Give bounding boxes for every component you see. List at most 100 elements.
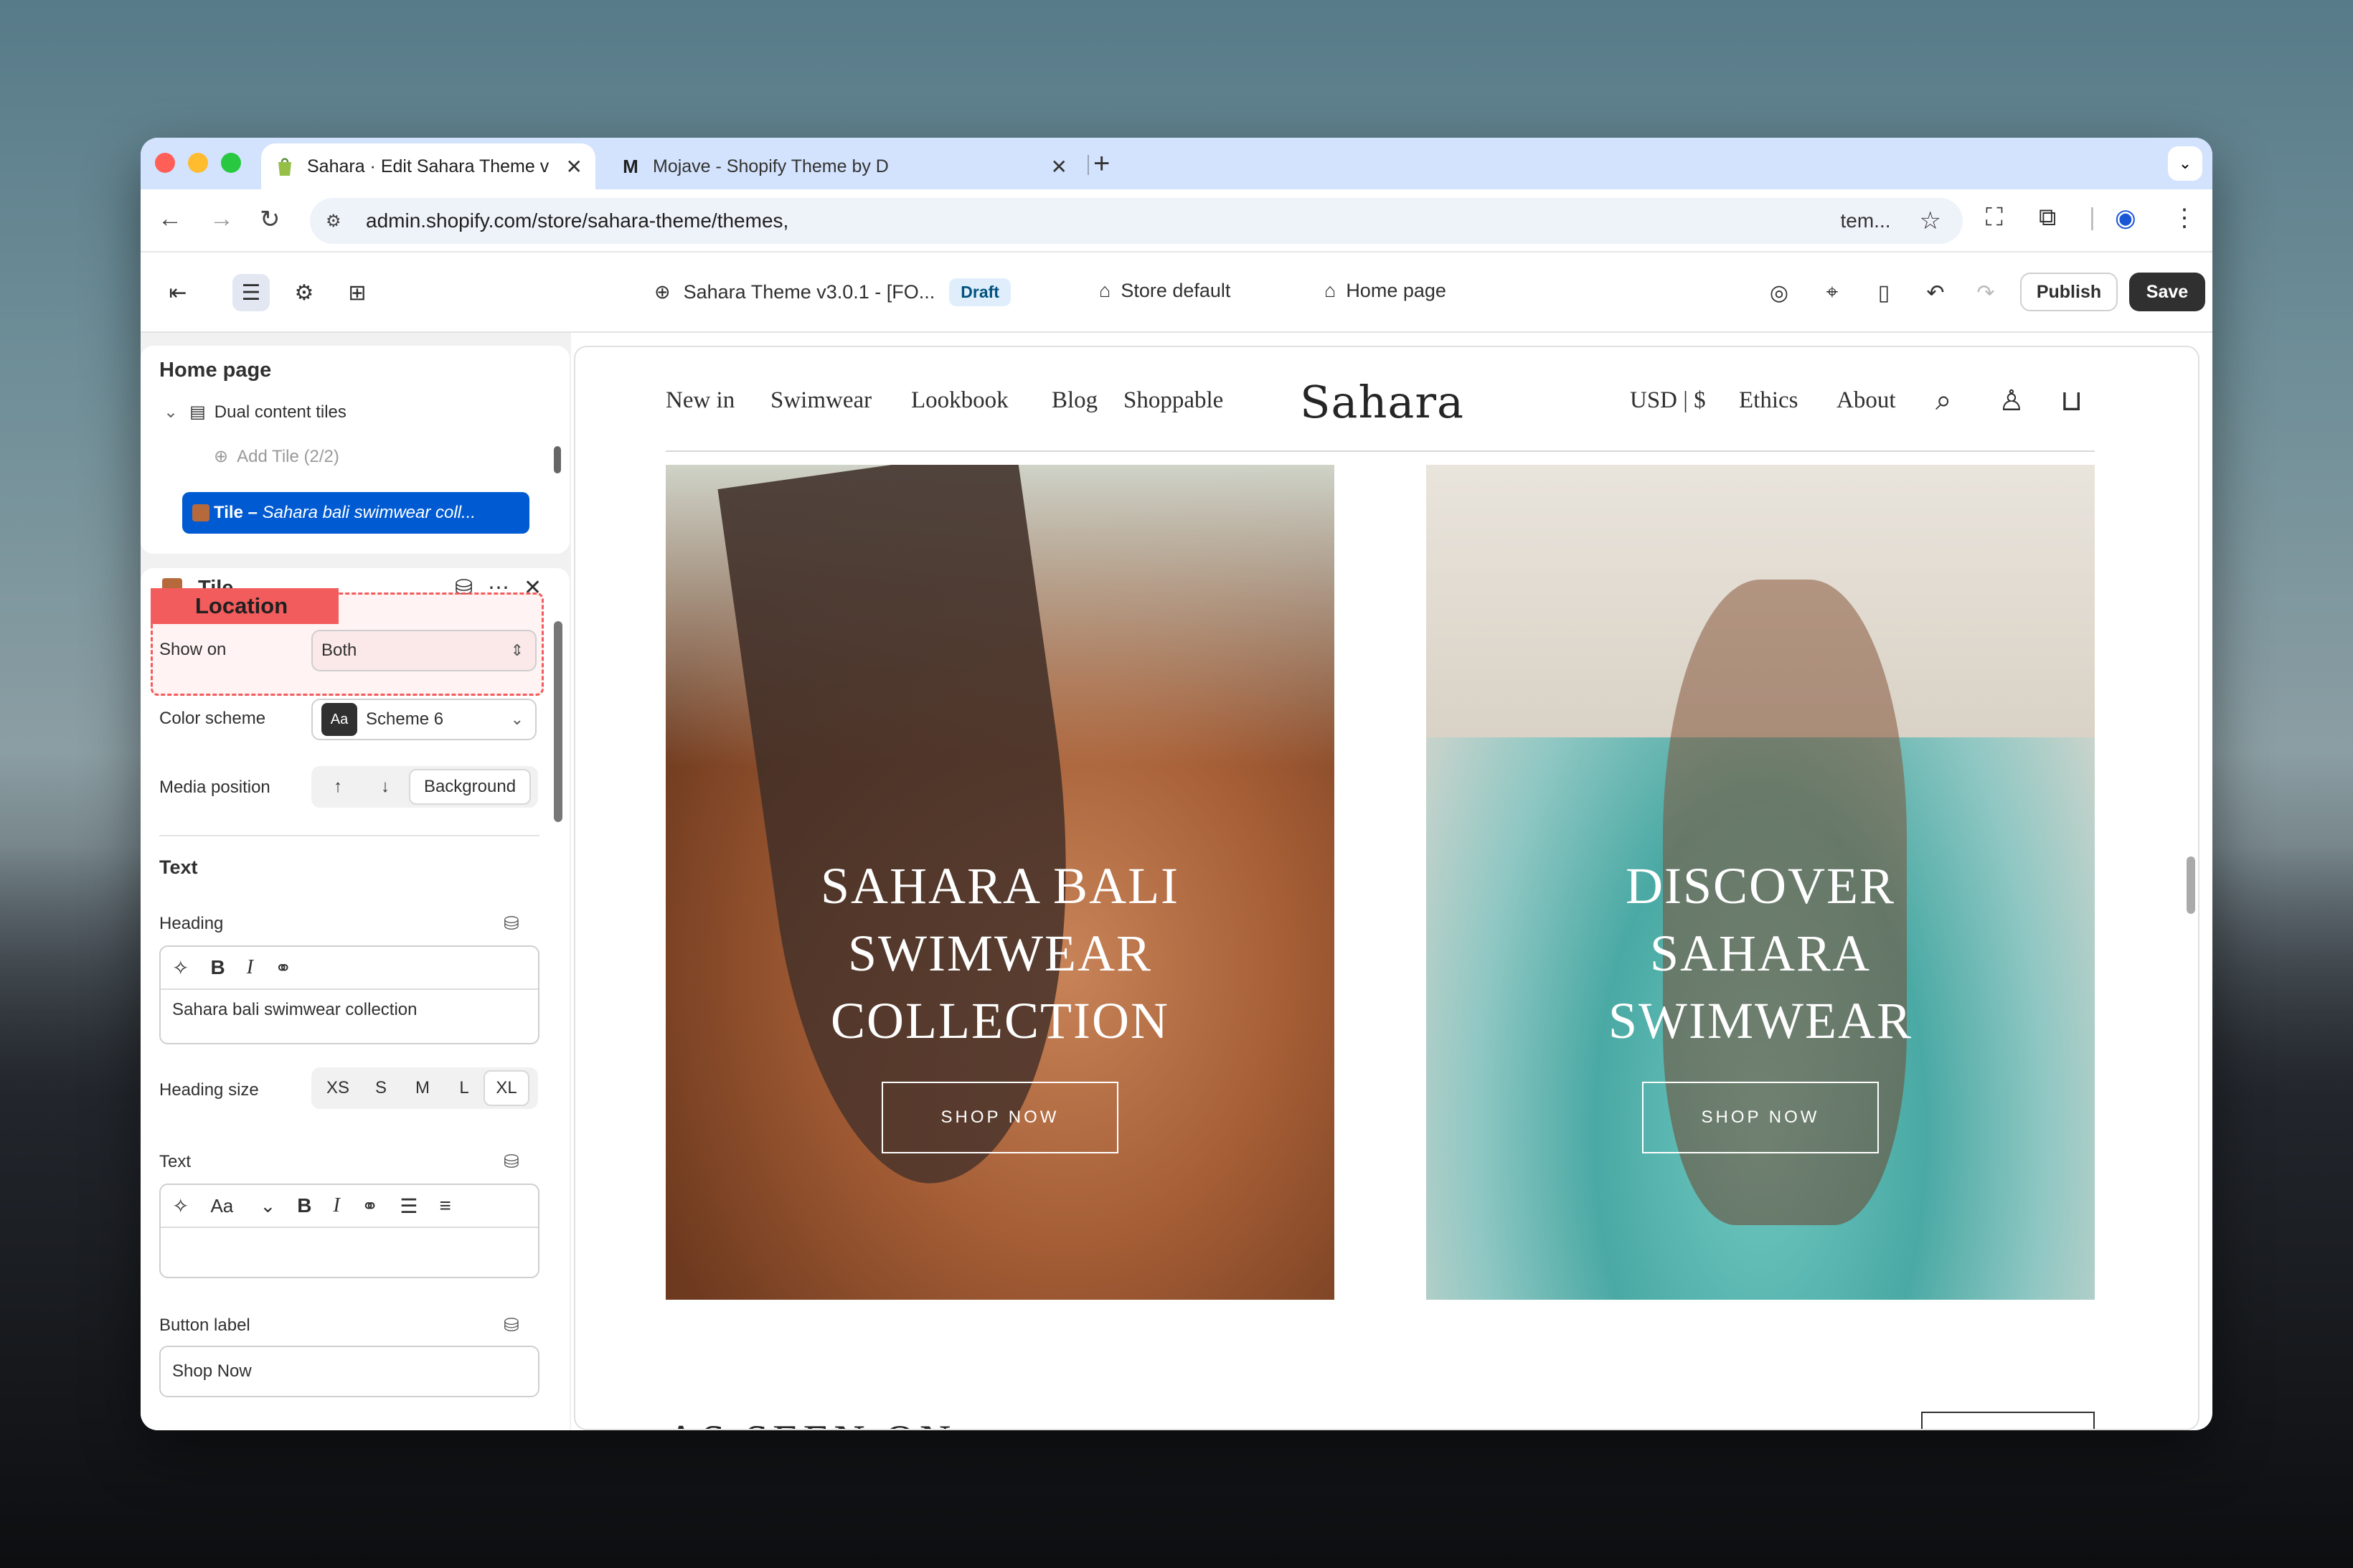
media-position-background-option[interactable]: Background [409,769,531,805]
nav-currency[interactable]: USD | $ [1630,387,1706,414]
extensions-puzzle-icon[interactable]: ⧉ [2039,204,2056,232]
tab-search-chevron-icon[interactable]: ⌄ [2168,146,2202,181]
address-bar[interactable]: ⚙ admin.shopify.com/store/sahara-theme/t… [310,198,1963,244]
tree-scrollbar[interactable] [554,446,561,473]
browser-toolbar: ← → ↻ ⚙ admin.shopify.com/store/sahara-t… [141,189,2212,252]
tile-heading-line: SAHARA BALI [820,857,1180,915]
heading-editor[interactable]: ✧ B I ⚭ Sahara bali swimwear collection [159,945,539,1044]
toolbar-divider: | [2089,204,2095,231]
nav-swimwear[interactable]: Swimwear [770,387,872,414]
tile-prefix: Tile – [214,503,263,522]
nav-blog[interactable]: Blog [1052,387,1098,414]
nav-new-in[interactable]: New in [666,387,735,414]
editor-sidebar: Home page ⌄ ▤ Dual content tiles ⊕ Add Tile… [141,333,681,1430]
color-scheme-value: Scheme 6 [366,709,444,729]
selected-tile-block[interactable]: Tile – Sahara bali swimwear coll... [182,492,529,534]
section-dual-content-tiles[interactable]: ⌄ ▤ Dual content tiles [164,402,346,422]
settings-scrollbar[interactable] [554,621,562,822]
button-label-input[interactable]: Shop Now [159,1346,539,1397]
heading-size-xs[interactable]: XS [314,1070,362,1106]
nav-ethics[interactable]: Ethics [1739,387,1798,414]
ai-sparkle-icon[interactable]: ✧ [172,1194,189,1218]
tile-name: Sahara bali swimwear coll... [262,503,476,522]
add-circle-icon: ⊕ [214,447,229,466]
content-tile-2[interactable]: DISCOVER SAHARA SWIMWEAR SHOP NOW [1426,465,2095,1300]
mobile-preview-icon[interactable]: ▯ [1865,274,1902,311]
close-tab-icon[interactable]: ✕ [1051,155,1067,179]
sections-icon[interactable]: ☰ [232,274,270,311]
inspector-icon[interactable]: ⌖ [1814,274,1851,311]
account-icon[interactable]: ♙ [1999,384,2024,417]
heading-size-xl[interactable]: XL [484,1070,529,1106]
dynamic-source-icon[interactable]: ⛁ [504,1314,519,1336]
tab-mojave[interactable]: M Mojave - Shopify Theme by D ✕ [607,143,1080,189]
font-style-dropdown[interactable]: Aa ⌄ [210,1195,275,1217]
shop-now-button[interactable]: SHOP NOW [882,1082,1118,1153]
tab-sahara-editor[interactable]: Sahara · Edit Sahara Theme v ✕ [261,143,595,189]
italic-icon[interactable]: I [334,1194,340,1217]
nav-lookbook[interactable]: Lookbook [911,387,1009,414]
store-default-label: Store default [1121,280,1231,301]
cart-bag-icon[interactable]: ⊔ [2060,384,2083,417]
maximize-window-button[interactable] [221,153,241,173]
heading-size-l[interactable]: L [445,1070,484,1106]
bold-icon[interactable]: B [297,1194,311,1217]
customer-view-icon[interactable]: ◎ [1760,274,1798,311]
exit-editor-icon[interactable]: ⇤ [159,274,197,311]
show-on-select[interactable]: Both ⇕ [311,630,537,671]
header-divider [666,450,2095,452]
search-icon[interactable]: ⌕ [1935,384,1951,417]
preview-scrollbar[interactable] [2187,856,2195,914]
link-icon[interactable]: ⚭ [275,956,291,980]
app-embeds-icon[interactable]: ⊞ [339,274,376,311]
undo-icon[interactable]: ↶ [1917,274,1954,311]
heading-size-m[interactable]: M [400,1070,445,1106]
store-logo[interactable]: Sahara [1300,376,1464,428]
divider [159,835,539,836]
theme-settings-gear-icon[interactable]: ⚙ [286,274,323,311]
page-selector[interactable]: ⌂ Home page [1324,280,1446,302]
publish-button[interactable]: Publish [2020,273,2118,311]
media-position-up-option[interactable]: ↑ [314,769,362,805]
color-scheme-select[interactable]: Aa Scheme 6 ⌄ [311,699,537,740]
theme-selector[interactable]: ⊕ Sahara Theme v3.0.1 - [FO... Draft [654,278,1011,306]
bold-icon[interactable]: B [210,956,225,979]
numbered-list-icon[interactable]: ≡ [439,1194,451,1217]
media-position-down-option[interactable]: ↓ [362,769,409,805]
heading-size-label: Heading size [159,1080,259,1100]
link-icon[interactable]: ⚭ [362,1194,378,1218]
close-window-button[interactable] [155,153,175,173]
nav-shoppable[interactable]: Shoppable [1123,387,1223,414]
text-editor[interactable]: ✧ Aa ⌄ B I ⚭ ☰ ≡ [159,1184,539,1278]
nav-about[interactable]: About [1836,387,1896,414]
reload-icon[interactable]: ↻ [260,205,280,234]
minimize-window-button[interactable] [188,153,208,173]
store-default-selector[interactable]: ⌂ Store default [1099,280,1230,302]
dynamic-source-icon[interactable]: ⛁ [504,1151,519,1173]
content-tile-1[interactable]: SAHARA BALI SWIMWEAR COLLECTION SHOP NOW [666,465,1334,1300]
browser-menu-icon[interactable]: ⋮ [2172,204,2197,232]
heading-size-s[interactable]: S [362,1070,400,1106]
as-seen-on-button[interactable] [1921,1412,2095,1429]
ai-sparkle-icon[interactable]: ✧ [172,956,189,980]
italic-icon[interactable]: I [247,956,253,979]
shopify-bag-icon [274,156,296,177]
site-settings-icon[interactable]: ⚙ [326,211,352,232]
add-tile-button[interactable]: ⊕ Add Tile (2/2) [214,446,339,467]
redo-icon[interactable]: ↷ [1967,274,2004,311]
bookmark-star-icon[interactable]: ☆ [1920,207,1941,235]
chevron-down-icon[interactable]: ⌄ [164,402,178,422]
color-scheme-label: Color scheme [159,709,266,728]
close-tab-icon[interactable]: ✕ [566,155,583,179]
back-arrow-icon[interactable]: ← [158,205,182,233]
home-icon: ⌂ [1324,280,1336,301]
profile-avatar-icon[interactable]: ◉ [2115,204,2136,232]
save-button[interactable]: Save [2129,273,2205,311]
forward-arrow-icon[interactable]: → [209,205,234,233]
screen-capture-icon[interactable]: ⛶ [1986,204,2003,232]
dynamic-source-icon[interactable]: ⛁ [504,912,519,935]
new-tab-icon[interactable]: + [1093,148,1110,180]
bullet-list-icon[interactable]: ☰ [400,1194,418,1218]
shop-now-button[interactable]: SHOP NOW [1642,1082,1879,1153]
tile-heading-line: SWIMWEAR [1608,992,1913,1049]
